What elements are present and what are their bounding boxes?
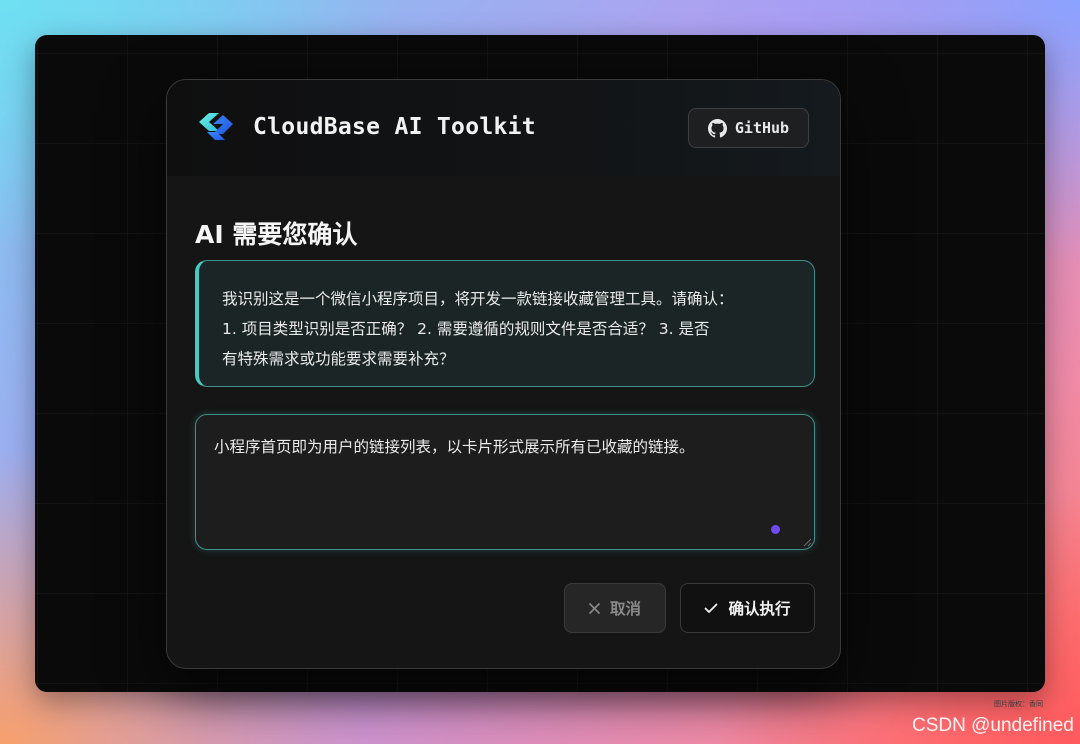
resize-handle-icon[interactable] (803, 538, 812, 547)
confirm-label: 确认执行 (728, 600, 791, 618)
confirm-execute-button[interactable]: 确认执行 (680, 583, 815, 633)
confirm-dialog: CloudBase AI Toolkit GitHub AI 需要您确认 我识别… (166, 79, 841, 669)
app-title: CloudBase AI Toolkit (253, 114, 536, 140)
github-label: GitHub (734, 119, 790, 137)
cloudbase-logo-icon (199, 113, 233, 140)
message-line: 我识别这是一个微信小程序项目，将开发一款链接收藏管理工具。请确认： (222, 290, 734, 308)
image-copyright: 图片版权：香同 (994, 700, 1043, 708)
cancel-button[interactable]: 取消 (564, 583, 666, 633)
status-dot (771, 525, 780, 534)
message-line: 有特殊需求或功能要求需要补充？ (222, 350, 455, 368)
check-icon (705, 603, 718, 613)
dialog-title: AI 需要您确认 (195, 220, 358, 249)
github-button[interactable]: GitHub (688, 108, 809, 148)
csdn-watermark: CSDN @undefined (912, 715, 1074, 736)
ai-message: 我识别这是一个微信小程序项目，将开发一款链接收藏管理工具。请确认： 1. 项目类… (195, 260, 815, 387)
cancel-label: 取消 (609, 600, 641, 618)
dialog-header: CloudBase AI Toolkit GitHub (167, 80, 840, 176)
close-icon (589, 602, 600, 614)
message-line: 1. 项目类型识别是否正确？ 2. 需要遵循的规则文件是否合适？ 3. 是否 (222, 320, 710, 338)
reply-text: 小程序首页即为用户的链接列表，以卡片形式展示所有已收藏的链接。 (214, 438, 695, 456)
reply-textarea[interactable]: 小程序首页即为用户的链接列表，以卡片形式展示所有已收藏的链接。 (195, 414, 815, 550)
github-icon (707, 118, 727, 138)
